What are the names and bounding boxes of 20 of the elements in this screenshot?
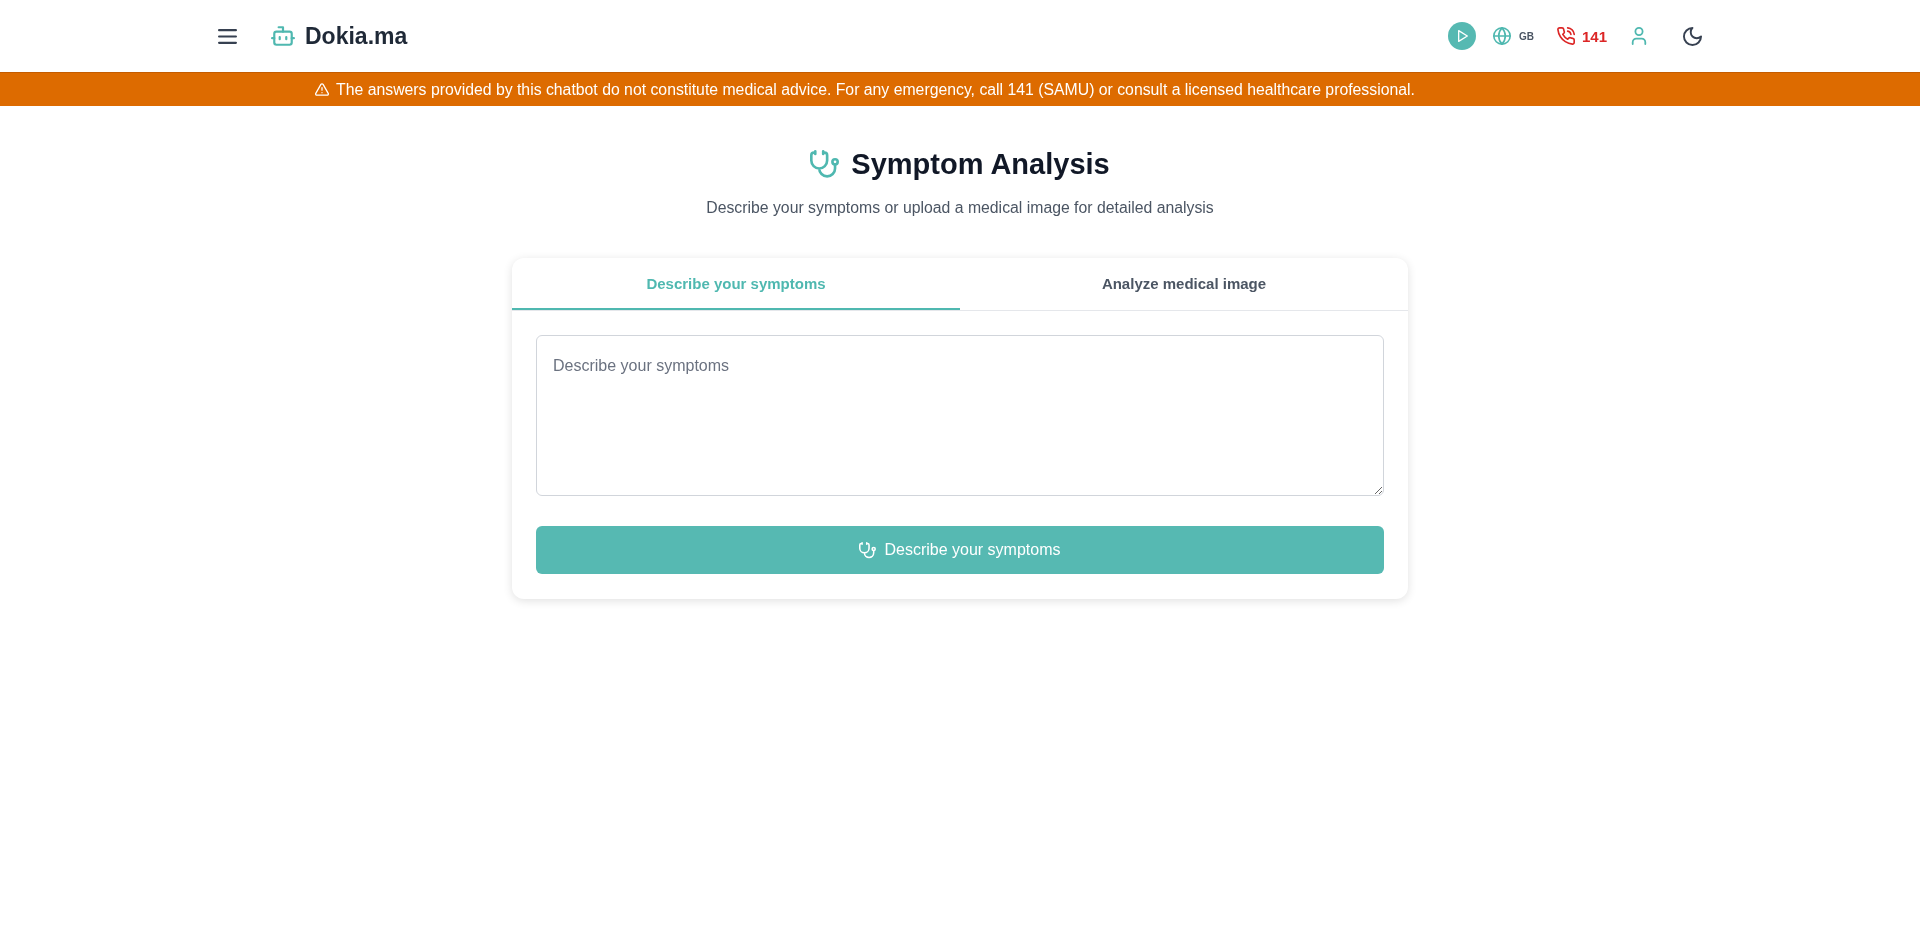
brand-link[interactable]: Dokia.ma: [271, 22, 408, 50]
warning-icon: [315, 83, 330, 96]
theme-toggle-button[interactable]: [1683, 26, 1702, 46]
play-icon: [1457, 30, 1468, 42]
tab[interactable]: Analyze medical image: [960, 258, 1408, 310]
page-title: Symptom Analysis: [851, 147, 1110, 182]
symptoms-field[interactable]: Describe your symptoms: [536, 335, 1384, 496]
language-button[interactable]: GB: [1492, 27, 1534, 45]
moon-icon: [1683, 26, 1702, 46]
phone-icon: [1556, 27, 1575, 45]
menu-button[interactable]: [218, 26, 237, 46]
globe-icon: [1492, 27, 1511, 45]
user-icon: [1630, 27, 1648, 45]
page-subtitle: Describe your symptoms or upload a medical image for detailed analysis: [706, 198, 1214, 218]
disclaimer-text: The answers provided by this chatbot do not constitute medical advice. For any emergency, call 141 (SAMU) or consult a licensed healthcare professional.: [336, 80, 1415, 99]
stethoscope-icon: [810, 149, 840, 179]
menu-icon: [218, 26, 237, 46]
emergency-call-link[interactable]: 141: [1556, 27, 1607, 45]
robot-icon: [271, 26, 295, 46]
stethoscope-icon: [859, 541, 877, 559]
